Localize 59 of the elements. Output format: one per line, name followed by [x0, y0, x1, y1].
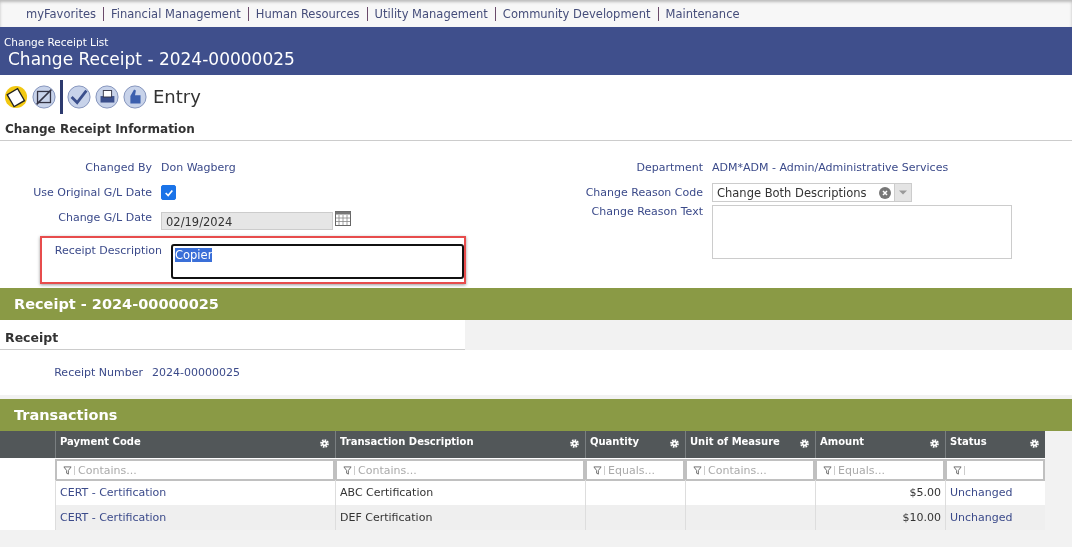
- filter-icon[interactable]: [823, 465, 835, 475]
- table-cell: $5.00: [909, 486, 941, 499]
- settings-icon[interactable]: [319, 438, 330, 449]
- section-band: Transactions: [0, 399, 1072, 431]
- reason-text-field[interactable]: [712, 205, 1012, 259]
- thumbs-up-icon[interactable]: [123, 84, 147, 109]
- date-field[interactable]: 02/19/2024: [161, 211, 333, 230]
- field-label: Receipt Description: [53, 244, 163, 259]
- nav-link[interactable]: Community Development: [502, 6, 651, 21]
- page-title: Change Receipt - 2024-00000025: [8, 49, 295, 69]
- nav-link[interactable]: myFavorites: [26, 6, 96, 21]
- filter-icon[interactable]: [343, 465, 355, 475]
- printer-icon[interactable]: [95, 84, 119, 109]
- field-value: ADM*ADM - Admin/Administrative Services: [712, 161, 949, 174]
- settings-icon[interactable]: [1029, 438, 1040, 449]
- field-value: 2024-00000025: [152, 366, 240, 379]
- settings-icon[interactable]: [569, 438, 580, 449]
- nav-link[interactable]: Utility Management: [374, 6, 488, 21]
- table-cell: ABC Certification: [340, 486, 434, 499]
- section-band: Receipt - 2024-00000025: [0, 288, 1072, 320]
- field-label: Use Original G/L Date: [32, 186, 153, 199]
- reason-dropdown[interactable]: Change Both Descriptions: [712, 183, 912, 202]
- table-link[interactable]: CERT - Certification: [60, 511, 167, 524]
- field-value: Don Wagberg: [161, 161, 236, 174]
- description-field[interactable]: Copier: [171, 244, 464, 279]
- table-row[interactable]: CERT - Certification DEF Certification $10.00 Unchanged: [55, 505, 1045, 530]
- settings-icon[interactable]: [799, 438, 810, 449]
- field-label: Change Reason Text: [590, 205, 704, 218]
- field-label: Changed By: [84, 161, 153, 174]
- field-label: Change Reason Code: [584, 186, 704, 199]
- table-link[interactable]: Unchanged: [950, 511, 1013, 524]
- calendar-icon[interactable]: [335, 209, 351, 226]
- table-link[interactable]: CERT - Certification: [60, 486, 167, 499]
- settings-icon[interactable]: [669, 438, 680, 449]
- table-cell: DEF Certification: [340, 511, 433, 524]
- table-link[interactable]: Unchanged: [950, 486, 1013, 499]
- nav-link[interactable]: Maintenance: [665, 6, 740, 21]
- checkbox[interactable]: [161, 185, 176, 200]
- section-title: Change Receipt Information: [0, 118, 1072, 141]
- breadcrumb-link[interactable]: Change Receipt List: [4, 36, 109, 48]
- table-cell: $10.00: [902, 511, 941, 524]
- filter-icon[interactable]: [63, 465, 75, 475]
- field-label: Receipt Number: [53, 366, 144, 379]
- field-label: Department: [635, 161, 704, 174]
- clear-icon[interactable]: [879, 186, 891, 199]
- settings-icon[interactable]: [929, 438, 940, 449]
- nav-link[interactable]: Financial Management: [110, 6, 241, 21]
- filter-field[interactable]: [945, 459, 1045, 481]
- notepad-icon[interactable]: [4, 84, 28, 109]
- field-label: Change G/L Date: [57, 211, 153, 224]
- nav-link[interactable]: Human Resources: [255, 6, 360, 21]
- edit-off-icon[interactable]: [32, 84, 56, 109]
- filter-icon[interactable]: [593, 465, 605, 475]
- check-icon: [163, 187, 174, 198]
- mode-label: Entry: [153, 86, 201, 107]
- filter-icon[interactable]: [693, 465, 705, 475]
- filter-icon[interactable]: [953, 465, 965, 475]
- check-icon[interactable]: [67, 84, 91, 109]
- section-title: Receipt: [0, 320, 465, 350]
